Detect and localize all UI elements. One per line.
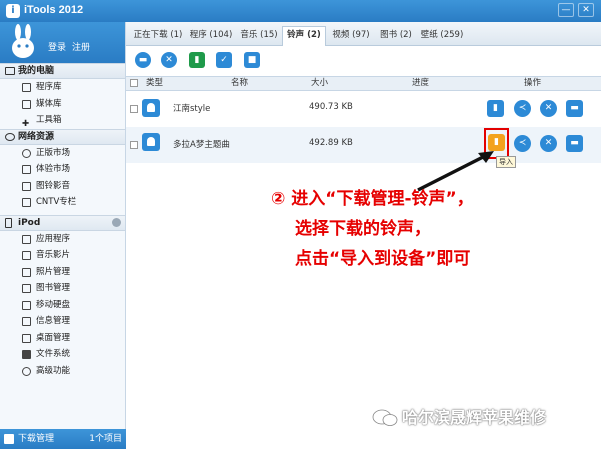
annotation-line-1: ② 进入“下载管理-铃声”， [271, 189, 474, 209]
instruction-annotation: ② 进入“下载管理-铃声”， 选择下载的铃声， 点击“导入到设备”即可 [271, 184, 581, 284]
watermark: 哈尔滨晟辉苹果维修 [372, 404, 596, 432]
annotation-line-2: 选择下载的铃声， [295, 219, 431, 239]
wechat-icon [372, 409, 398, 426]
annotation-line-3: 点击“导入到设备”即可 [295, 249, 471, 269]
watermark-text: 哈尔滨晟辉苹果维修 [402, 408, 547, 427]
